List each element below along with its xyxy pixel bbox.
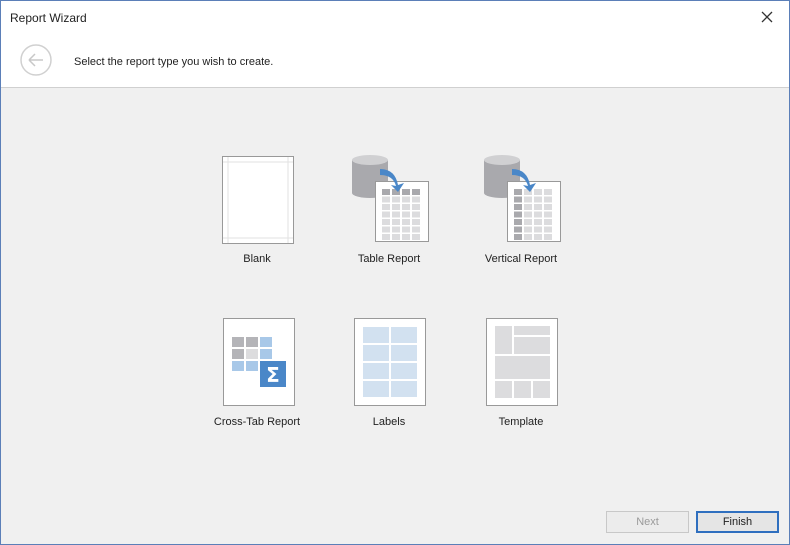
grid-cell xyxy=(524,219,532,225)
grid-cell xyxy=(534,189,542,195)
grid-cell xyxy=(402,219,410,225)
window-title: Report Wizard xyxy=(10,11,87,25)
grid-cell xyxy=(544,234,552,240)
grid-cell xyxy=(392,226,400,233)
tile-table-report[interactable]: Table Report xyxy=(323,155,455,275)
grid-cell xyxy=(402,196,410,203)
grid-cell xyxy=(392,204,400,210)
svg-text:Σ: Σ xyxy=(266,363,280,387)
grid-cell xyxy=(544,226,552,233)
grid-cell xyxy=(382,219,390,225)
grid-cell xyxy=(382,196,390,203)
grid-cell xyxy=(412,204,420,210)
labels-icon xyxy=(354,318,426,406)
blank-page-icon xyxy=(222,156,294,244)
grid-cell xyxy=(524,226,532,233)
grid-cell xyxy=(412,196,420,203)
grid-cell xyxy=(534,211,542,218)
grid-cell xyxy=(392,234,400,240)
tile-label: Vertical Report xyxy=(484,253,558,265)
grid-cell xyxy=(524,204,532,210)
tile-label: Cross-Tab Report xyxy=(213,416,301,428)
grid-cell xyxy=(534,219,542,225)
table-report-icon xyxy=(352,155,429,242)
grid-cell xyxy=(534,196,542,203)
grid-cell xyxy=(382,234,390,240)
tile-label: Table Report xyxy=(357,253,421,265)
next-button[interactable]: Next xyxy=(606,511,689,533)
grid-cell xyxy=(514,196,522,203)
grid-cell xyxy=(514,226,522,233)
close-icon[interactable] xyxy=(757,7,777,27)
template-icon xyxy=(486,318,558,406)
tile-labels[interactable]: Labels xyxy=(323,318,455,438)
report-wizard-window: Report Wizard Select the report type you… xyxy=(0,0,790,545)
grid-cell xyxy=(382,211,390,218)
grid-cell xyxy=(514,204,522,210)
tile-label: Labels xyxy=(372,416,406,428)
grid-cell xyxy=(392,211,400,218)
cross-tab-icon: Σ xyxy=(223,318,295,406)
tile-vertical-report[interactable]: Vertical Report xyxy=(455,155,587,275)
grid-cell xyxy=(514,189,522,195)
grid-cell xyxy=(412,211,420,218)
grid-cell xyxy=(524,234,532,240)
grid-cell xyxy=(514,211,522,218)
grid-cell xyxy=(534,234,542,240)
finish-button[interactable]: Finish xyxy=(696,511,779,533)
grid-cell xyxy=(544,219,552,225)
grid-cell xyxy=(544,189,552,195)
grid-cell xyxy=(544,204,552,210)
grid-cell xyxy=(544,211,552,218)
grid-cell xyxy=(412,219,420,225)
grid-cell xyxy=(534,204,542,210)
tile-template[interactable]: Template xyxy=(455,318,587,438)
header: Report Wizard Select the report type you… xyxy=(1,1,789,88)
grid-cell xyxy=(412,226,420,233)
grid-cell xyxy=(402,226,410,233)
tile-cross-tab-report[interactable]: Σ Cross-Tab Report xyxy=(191,318,323,438)
grid-cell xyxy=(514,219,522,225)
grid-cell xyxy=(544,196,552,203)
grid-cell xyxy=(412,234,420,240)
tile-blank[interactable]: Blank xyxy=(191,155,323,275)
grid-cell xyxy=(524,196,532,203)
back-arrow-icon[interactable] xyxy=(20,44,52,76)
tile-label: Blank xyxy=(243,253,271,265)
grid-cell xyxy=(524,211,532,218)
grid-cell xyxy=(402,204,410,210)
vertical-report-icon xyxy=(484,155,561,242)
grid-cell xyxy=(402,234,410,240)
grid-cell xyxy=(382,204,390,210)
grid-cell xyxy=(382,226,390,233)
tile-label: Template xyxy=(498,416,544,428)
grid-cell xyxy=(534,226,542,233)
grid-cell xyxy=(514,234,522,240)
prompt-text: Select the report type you wish to creat… xyxy=(74,56,274,68)
grid-cell xyxy=(392,196,400,203)
grid-cell xyxy=(402,211,410,218)
grid-cell xyxy=(392,219,400,225)
